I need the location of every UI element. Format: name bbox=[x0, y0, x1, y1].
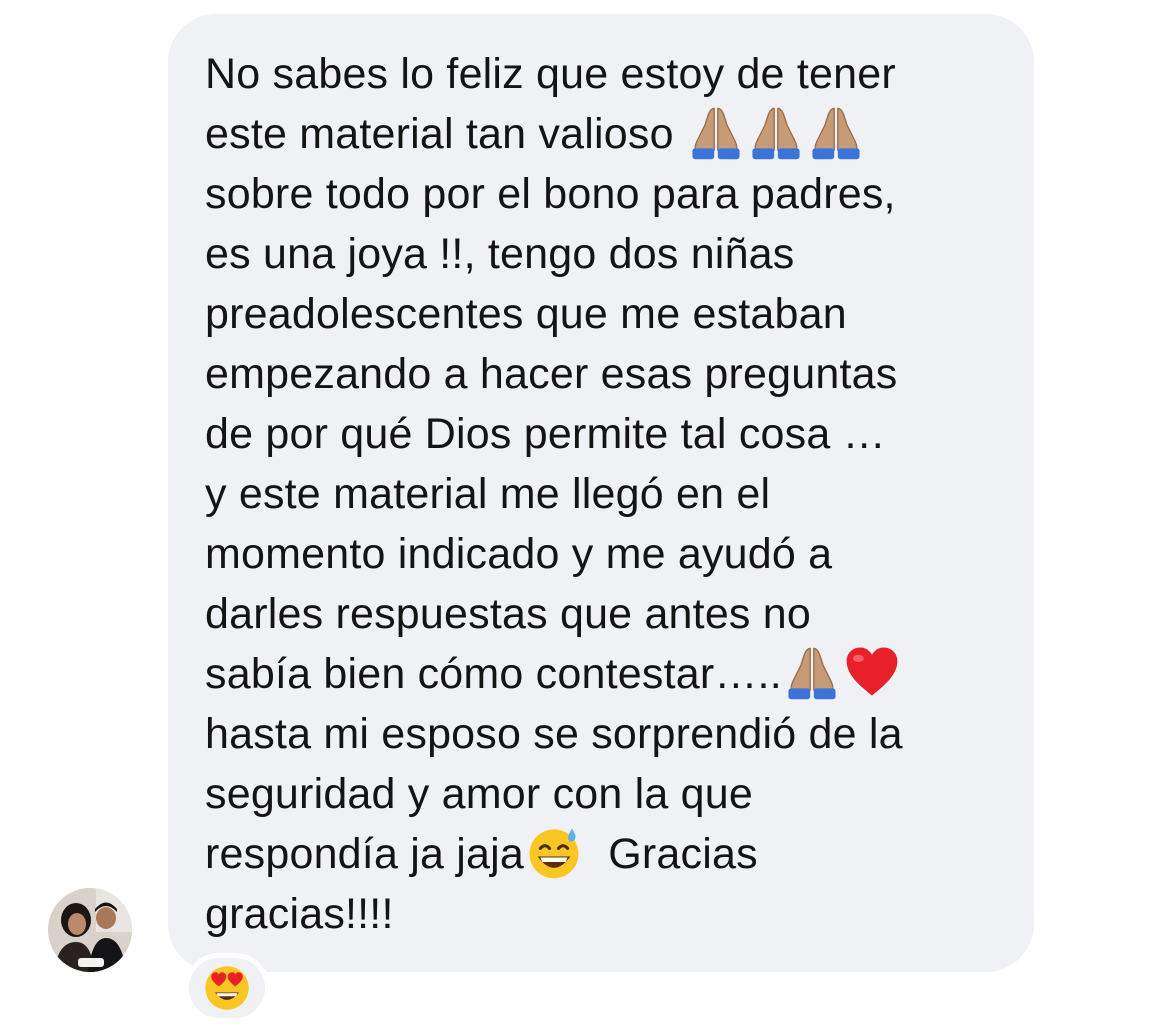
folded-hands-icon bbox=[788, 647, 836, 699]
message-line: respondía ja jaja Gracias bbox=[205, 824, 1025, 884]
message-line: preadolescentes que me estaban bbox=[205, 290, 847, 338]
reaction-badge[interactable] bbox=[184, 953, 270, 1023]
message-line: este material tan valioso bbox=[205, 104, 1025, 164]
message-line: de por qué Dios permite tal cosa … bbox=[205, 410, 886, 458]
grinning-sweat-icon bbox=[529, 828, 579, 878]
message-line: seguridad y amor con la que bbox=[205, 770, 754, 818]
message-line: momento indicado y me ayudó a bbox=[205, 530, 833, 578]
message-line: empezando a hacer esas preguntas bbox=[205, 350, 898, 398]
message-line: gracias!!!! bbox=[205, 890, 394, 938]
folded-hands-icon bbox=[692, 107, 740, 159]
red-heart-icon bbox=[846, 647, 898, 696]
folded-hands-icon bbox=[812, 107, 860, 159]
message-line: darles respuestas que antes no bbox=[205, 590, 812, 638]
chat-view: No sabes lo feliz que estoy de tener est… bbox=[0, 0, 1170, 1028]
avatar-photo bbox=[48, 888, 132, 972]
message-line: sabía bien cómo contestar….. bbox=[205, 644, 1025, 704]
message-line: es una joya !!, tengo dos niñas bbox=[205, 230, 795, 278]
heart-eyes-icon bbox=[205, 966, 249, 1010]
message-line: sobre todo por el bono para padres, bbox=[205, 170, 896, 218]
message-line: hasta mi esposo se sorprendió de la bbox=[205, 710, 903, 758]
folded-hands-icon bbox=[752, 107, 800, 159]
message-line: No sabes lo feliz que estoy de tener bbox=[205, 50, 896, 98]
avatar[interactable] bbox=[48, 888, 132, 972]
message-text: No sabes lo feliz que estoy de tener est… bbox=[205, 44, 1025, 944]
message-line: y este material me llegó en el bbox=[205, 470, 771, 518]
